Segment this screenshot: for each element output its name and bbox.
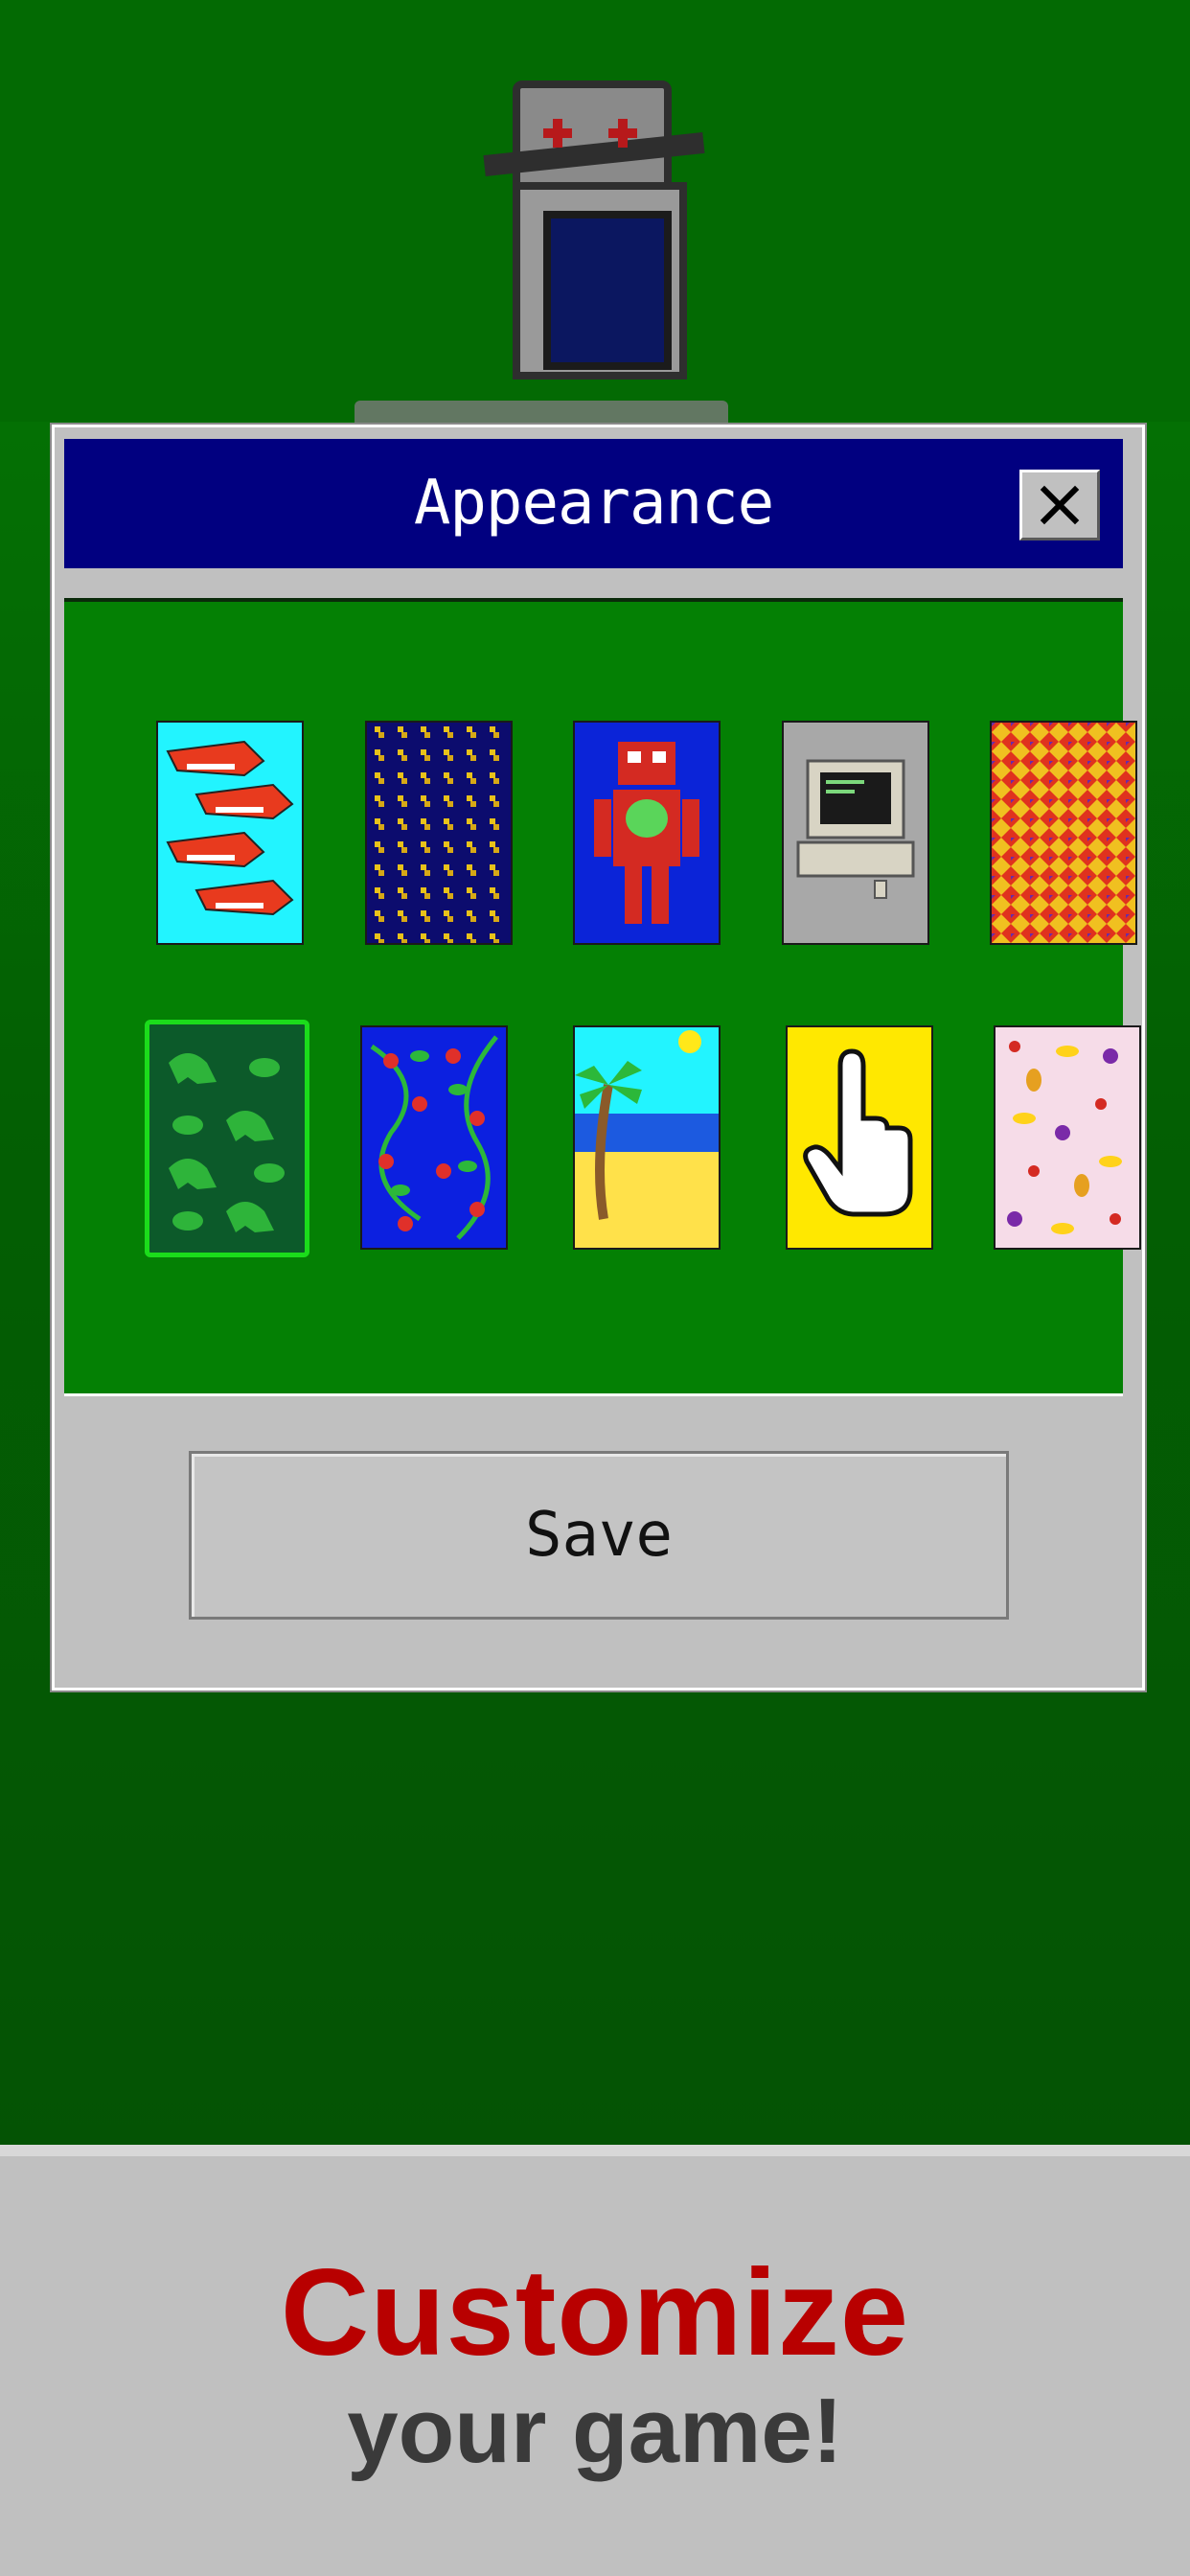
card-back-strawberries[interactable] (360, 1025, 508, 1250)
card-back-beach[interactable] (573, 1025, 721, 1250)
dialog-title: Appearance (413, 468, 774, 539)
close-button[interactable] (1019, 470, 1100, 540)
card-back-gold-diamonds[interactable] (365, 721, 513, 945)
appearance-dialog: Appearance Save (52, 425, 1145, 1690)
dialog-titlebar: Appearance (64, 439, 1123, 568)
promo-banner: Customize your game! (0, 2145, 1190, 2576)
card-back-fruits[interactable] (994, 1025, 1141, 1250)
banner-headline: Customize (280, 2244, 910, 2381)
card-back-grid (64, 598, 1141, 1396)
card-back-computer[interactable] (782, 721, 929, 945)
card-back-sharks[interactable] (156, 721, 304, 945)
card-back-pointer-hand[interactable] (786, 1025, 933, 1250)
card-back-dinosaurs[interactable] (145, 1020, 309, 1257)
card-back-argyle[interactable] (990, 721, 1137, 945)
banner-subheadline: your game! (347, 2380, 843, 2482)
close-icon (1040, 485, 1080, 525)
card-back-robot[interactable] (573, 721, 721, 945)
robot-mascot-icon (483, 77, 709, 380)
save-button[interactable]: Save (189, 1451, 1009, 1620)
